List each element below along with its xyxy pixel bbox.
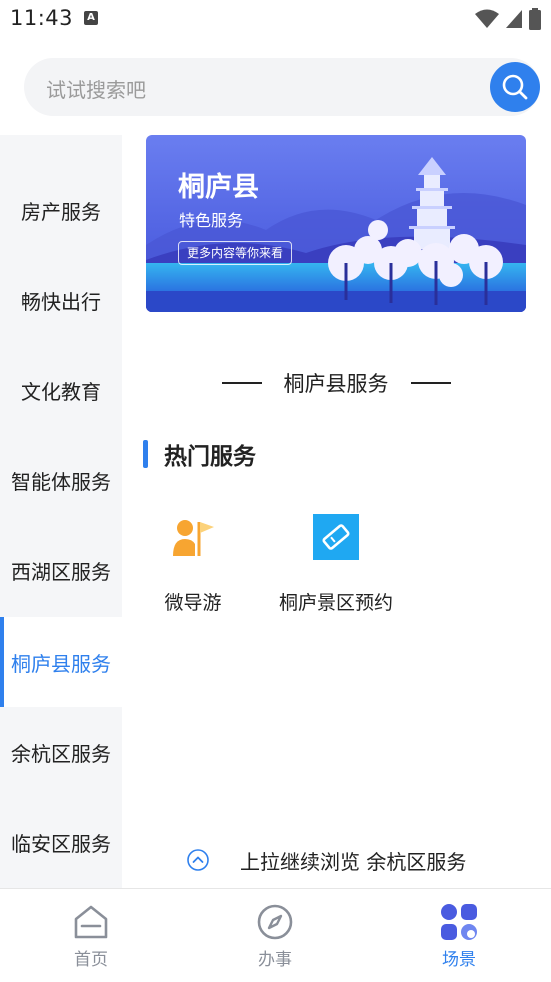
pull-up-hint[interactable]: 上拉继续浏览 余杭区服务 <box>186 846 466 874</box>
tab-services[interactable]: 办事 <box>215 889 335 982</box>
home-icon <box>74 905 108 939</box>
search-button[interactable] <box>490 62 540 112</box>
bottom-tab-bar: 首页 办事 场景 <box>0 888 551 982</box>
ticket-icon <box>313 514 359 560</box>
sidebar-item-xihu[interactable]: 西湖区服务 <box>0 525 122 615</box>
scene-grid-icon <box>441 904 477 940</box>
guide-person-flag-icon <box>173 520 214 556</box>
service-label: 微导游 <box>164 592 222 614</box>
search-icon <box>502 74 528 100</box>
service-label: 桐庐景区预约 <box>278 592 393 614</box>
section-title: 桐庐县服务 <box>146 366 526 400</box>
banner-subtitle: 特色服务 <box>179 211 244 230</box>
divider-left <box>221 382 262 384</box>
divider-right <box>410 382 451 384</box>
battery-icon <box>529 8 541 30</box>
sidebar-item-tonglu[interactable]: 桐庐县服务 <box>0 617 122 707</box>
category-sidebar: 房产服务 畅快出行 文化教育 智能体服务 西湖区服务 桐庐县服务 余杭区服务 临… <box>0 135 122 888</box>
service-scenic-booking[interactable]: 桐庐景区预约 <box>261 512 411 622</box>
section-title-text: 桐庐县服务 <box>283 372 389 396</box>
tab-home[interactable]: 首页 <box>31 889 151 982</box>
wifi-icon <box>475 9 499 28</box>
banner-title: 桐庐县 <box>178 172 259 203</box>
sidebar-item-linan[interactable]: 临安区服务 <box>0 797 122 887</box>
heading-accent-bar <box>143 440 148 468</box>
sidebar-item-travel[interactable]: 畅快出行 <box>0 255 122 345</box>
service-micro-guide[interactable]: 微导游 <box>118 512 268 622</box>
tab-services-label: 办事 <box>258 950 292 970</box>
compass-icon <box>257 904 293 940</box>
chevron-up-circle-icon <box>187 849 209 871</box>
search-bar[interactable]: 试试搜索吧 <box>24 58 540 116</box>
hot-services-title: 热门服务 <box>164 444 256 470</box>
signal-icon <box>506 10 522 28</box>
status-time: 11:43 <box>10 6 74 30</box>
sidebar-item-ai-agent[interactable]: 智能体服务 <box>0 435 122 525</box>
tab-scenes[interactable]: 场景 <box>399 889 519 982</box>
status-bar: 11:43 A <box>0 0 551 38</box>
tab-home-label: 首页 <box>74 950 108 970</box>
banner-more-button[interactable]: 更多内容等你来看 <box>178 241 293 265</box>
notification-app-icon: A <box>84 11 98 25</box>
pull-up-hint-text: 上拉继续浏览 余杭区服务 <box>240 849 467 874</box>
sidebar-item-yuhang[interactable]: 余杭区服务 <box>0 707 122 797</box>
hot-services-heading: 热门服务 <box>143 438 256 470</box>
sidebar-item-real-estate[interactable]: 房产服务 <box>0 165 122 255</box>
tab-scenes-label: 场景 <box>442 950 476 970</box>
tonglu-banner[interactable]: 桐庐县 特色服务 更多内容等你来看 <box>146 135 526 312</box>
search-input[interactable]: 试试搜索吧 <box>46 74 146 103</box>
sidebar-item-culture-education[interactable]: 文化教育 <box>0 345 122 435</box>
